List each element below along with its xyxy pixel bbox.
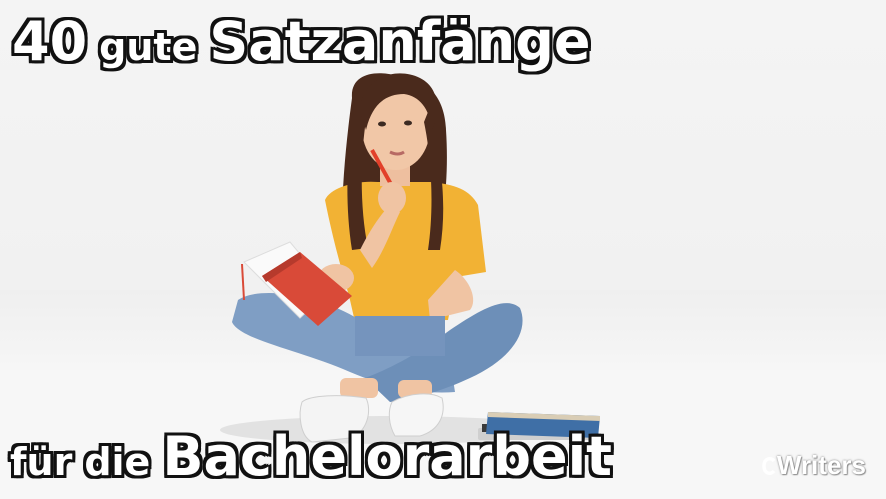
headline-word-gute: gute [99,25,198,69]
headline-word-satzanfaenge: Satzanfänge [209,10,591,73]
writers-logo[interactable]: Writers [762,450,866,481]
headline-top: 40 gute Satzanfänge [12,10,590,73]
headline-word-fuer: für [10,440,73,484]
c-letter-icon [762,456,776,475]
logo-text: Writers [776,450,866,480]
headline-bottom: für die Bachelorarbeit [10,425,612,488]
headline-word-bachelorarbeit: Bachelorarbeit [162,425,612,488]
headline-number: 40 [12,10,88,73]
headline-word-die: die [84,440,151,484]
